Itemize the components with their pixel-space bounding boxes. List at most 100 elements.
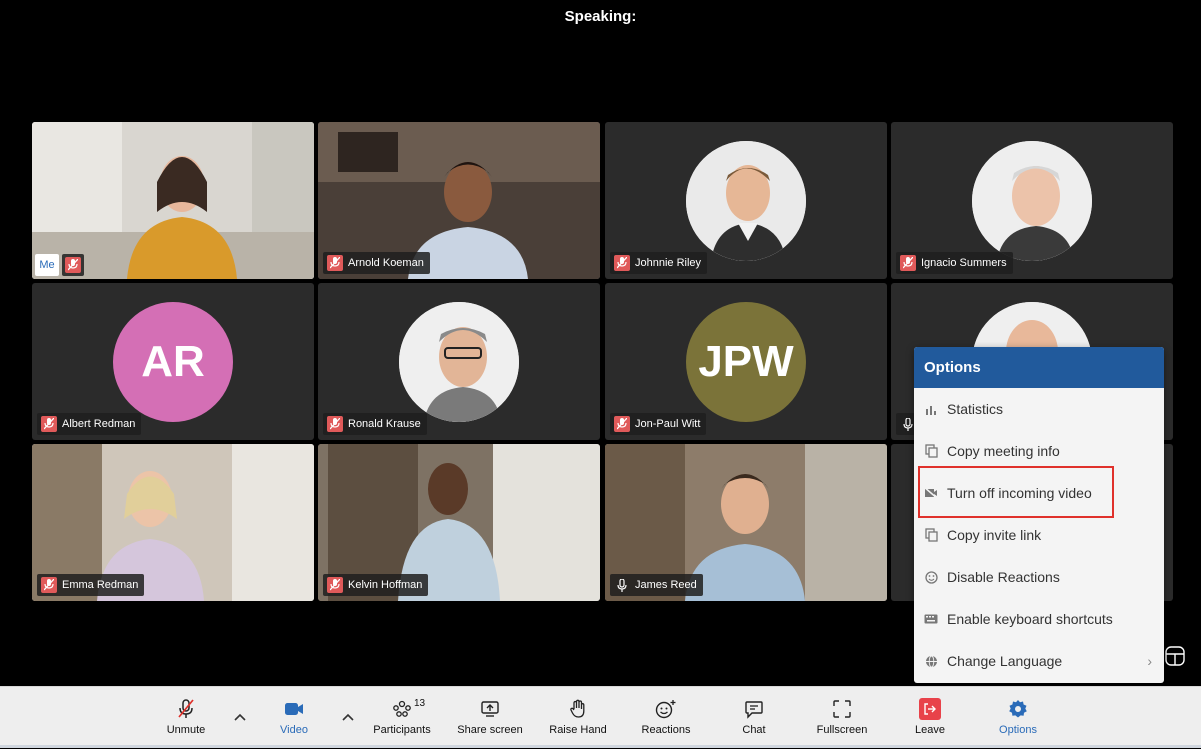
initials-avatar: JPW: [686, 301, 806, 422]
menu-item-copy-invite-link[interactable]: Copy invite link: [914, 514, 1164, 556]
options-menu-title: Options: [914, 347, 1164, 388]
keyboard-icon: [924, 612, 938, 626]
participant-avatar: [399, 301, 519, 422]
participant-name: Jon-Paul Witt: [635, 418, 701, 430]
mic-muted-icon: [614, 416, 630, 432]
participant-tile[interactable]: AR Albert Redman: [32, 283, 314, 440]
participant-name-tag: Arnold Koeman: [323, 252, 430, 274]
menu-item-label: Statistics: [947, 401, 1004, 417]
participant-name: Johnnie Riley: [635, 257, 702, 269]
fullscreen-icon: [832, 696, 852, 722]
participant-name: Ronald Krause: [348, 418, 421, 430]
hand-icon: [569, 696, 587, 722]
menu-item-change-language[interactable]: Change Language ›: [914, 640, 1164, 682]
participant-name: Ignacio Summers: [921, 257, 1007, 269]
menu-item-label: Change Language: [947, 653, 1063, 669]
menu-item-label: Copy meeting info: [947, 443, 1060, 459]
fullscreen-button[interactable]: Fullscreen: [812, 687, 872, 749]
participant-tile[interactable]: Ronald Krause: [318, 283, 600, 440]
participant-name: Arnold Koeman: [348, 257, 424, 269]
participant-name-tag: Ronald Krause: [323, 413, 427, 435]
share-screen-icon: [480, 696, 500, 722]
video-label: Video: [280, 724, 308, 736]
reactions-label: Reactions: [641, 724, 691, 736]
copy-icon: [924, 444, 938, 458]
copy-icon: [924, 528, 938, 542]
raise-hand-button[interactable]: Raise Hand: [546, 687, 610, 749]
participant-tile[interactable]: James Reed: [605, 444, 887, 601]
menu-item-enable-keyboard-shortcuts[interactable]: Enable keyboard shortcuts: [914, 598, 1164, 640]
me-badge: Me: [35, 254, 84, 276]
leave-icon: [919, 696, 941, 722]
participant-avatar: [686, 140, 806, 261]
menu-item-label: Enable keyboard shortcuts: [947, 611, 1113, 627]
participant-name: James Reed: [635, 579, 697, 591]
participants-button[interactable]: 13 Participants: [370, 687, 434, 749]
video-camera-icon: [284, 696, 304, 722]
smiley-icon: [924, 570, 938, 584]
participant-tile[interactable]: JPW Jon-Paul Witt: [605, 283, 887, 440]
participant-name-tag: Jon-Paul Witt: [610, 413, 707, 435]
mic-muted-icon: [327, 255, 343, 271]
participant-name-tag: Johnnie Riley: [610, 252, 708, 274]
fullscreen-label: Fullscreen: [816, 724, 868, 736]
video-button[interactable]: Video: [270, 687, 318, 749]
raise-hand-label: Raise Hand: [549, 724, 607, 736]
participant-avatar: [972, 140, 1092, 261]
menu-item-label: Disable Reactions: [947, 569, 1060, 585]
microphone-icon: [614, 577, 630, 593]
participants-count: 13: [414, 698, 426, 709]
options-label: Options: [999, 724, 1037, 736]
mic-muted-icon: [41, 577, 57, 593]
participant-tile[interactable]: Kelvin Hoffman: [318, 444, 600, 601]
participants-label: Participants: [373, 724, 431, 736]
participant-name-tag: Kelvin Hoffman: [323, 574, 429, 596]
share-screen-button[interactable]: Share screen: [456, 687, 524, 749]
layout-toggle-icon[interactable]: [1164, 645, 1186, 667]
participant-name-tag: Emma Redman: [37, 574, 145, 596]
participant-tile[interactable]: Ignacio Summers: [891, 122, 1173, 279]
menu-item-statistics[interactable]: Statistics: [914, 388, 1164, 430]
leave-label: Leave: [915, 724, 945, 736]
initials-avatar: AR: [113, 301, 233, 422]
participant-name: Kelvin Hoffman: [348, 579, 423, 591]
participant-name: Albert Redman: [62, 418, 136, 430]
highlight-box: [918, 466, 1114, 518]
bar-chart-icon: [924, 402, 938, 416]
participants-icon: 13: [392, 696, 425, 722]
participant-tile-me[interactable]: Me: [32, 122, 314, 279]
participant-name-tag: James Reed: [610, 574, 703, 596]
participant-name-tag: Albert Redman: [37, 413, 142, 435]
mic-muted-icon: [614, 255, 630, 271]
chevron-up-icon[interactable]: [232, 709, 248, 725]
share-screen-label: Share screen: [457, 724, 523, 736]
mic-muted-icon: [62, 254, 84, 276]
participant-tile[interactable]: Emma Redman: [32, 444, 314, 601]
options-button[interactable]: Options: [990, 687, 1046, 749]
chat-icon: [744, 696, 764, 722]
participant-tile[interactable]: Arnold Koeman: [318, 122, 600, 279]
participant-name: Emma Redman: [62, 579, 139, 591]
participant-tile[interactable]: Johnnie Riley: [605, 122, 887, 279]
participant-name-tag: Ignacio Summers: [896, 252, 1013, 274]
leave-button[interactable]: Leave: [908, 687, 952, 749]
chevron-up-icon[interactable]: [340, 709, 356, 725]
speaking-label: Speaking:: [564, 8, 637, 25]
reactions-button[interactable]: Reactions: [636, 687, 696, 749]
mic-muted-icon: [41, 416, 57, 432]
mic-muted-icon: [327, 577, 343, 593]
me-label: Me: [35, 254, 59, 276]
menu-item-label: Copy invite link: [947, 527, 1042, 543]
mic-muted-icon: [327, 416, 343, 432]
mic-muted-icon: [900, 255, 916, 271]
chat-label: Chat: [742, 724, 766, 736]
menu-item-disable-reactions[interactable]: Disable Reactions: [914, 556, 1164, 598]
unmute-button[interactable]: Unmute: [162, 687, 210, 749]
mic-muted-icon: [177, 696, 195, 722]
chevron-right-icon: ›: [1147, 653, 1152, 669]
meeting-toolbar: Unmute Video 13 Participants Share scree…: [0, 686, 1201, 748]
chat-button[interactable]: Chat: [734, 687, 774, 749]
smiley-plus-icon: [655, 696, 677, 722]
unmute-label: Unmute: [166, 724, 206, 736]
gear-icon: [1008, 696, 1028, 722]
